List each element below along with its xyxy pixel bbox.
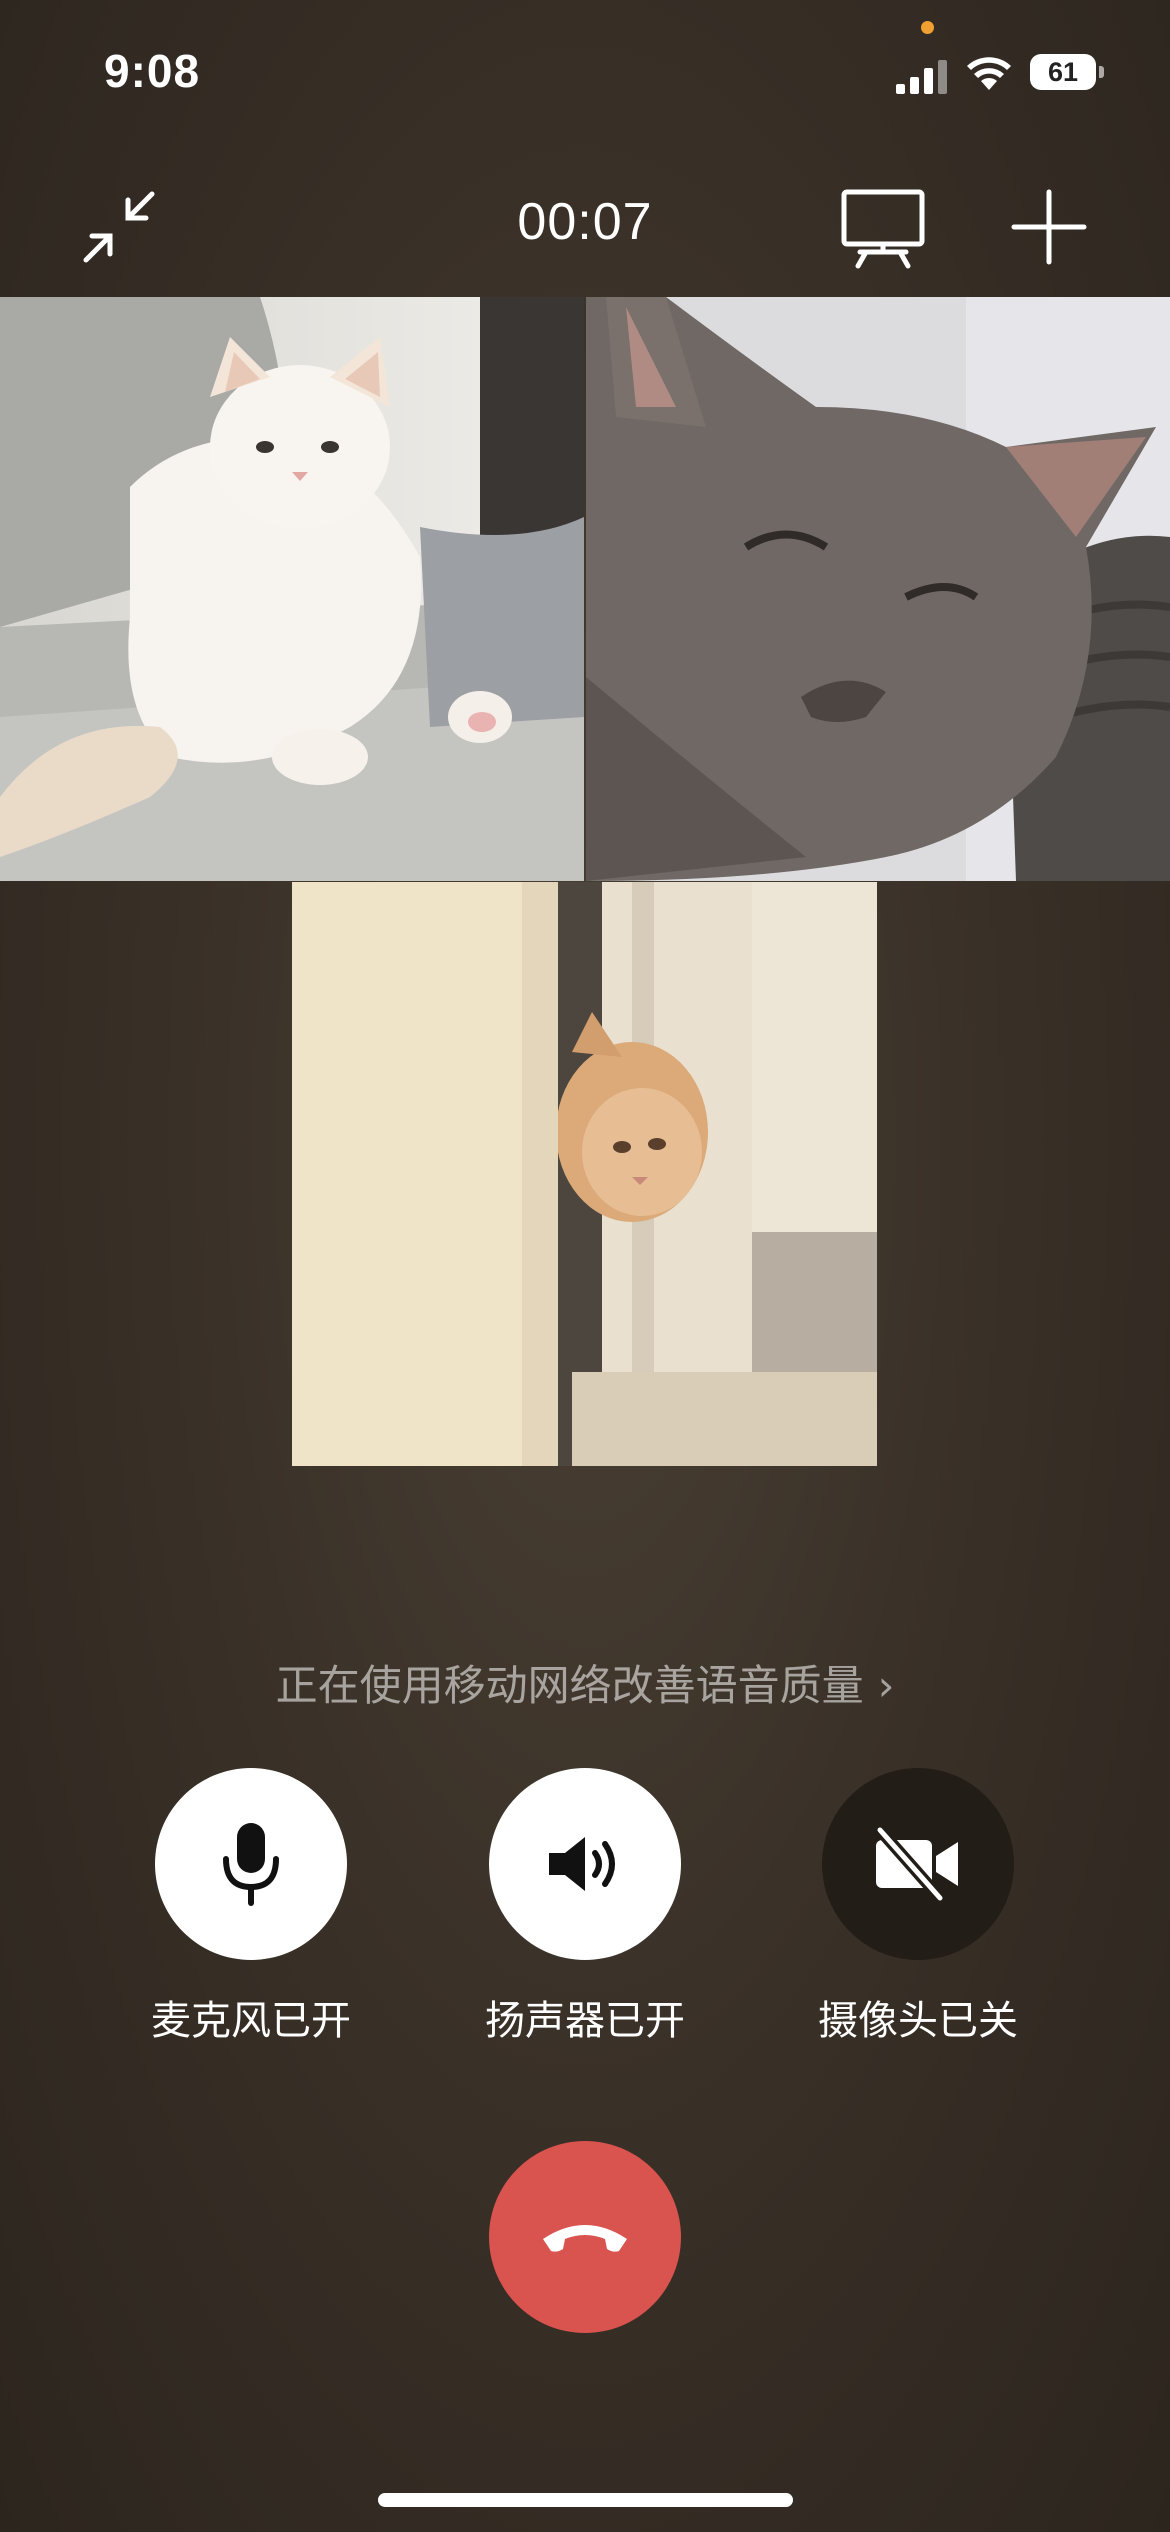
screen-share-icon[interactable] xyxy=(838,186,928,270)
camera-toggle-button[interactable] xyxy=(822,1768,1014,1960)
participant-video-2[interactable] xyxy=(586,297,1170,881)
hang-up-icon xyxy=(543,2225,627,2252)
status-time: 9:08 xyxy=(104,45,201,97)
mic-control[interactable]: 麦克风已开 xyxy=(121,1768,381,2046)
hang-up-button[interactable] xyxy=(489,2141,681,2333)
battery-nub xyxy=(1099,66,1104,78)
network-notice-text: 正在使用移动网络改善语音质量 xyxy=(275,1661,864,1710)
call-timer: 00:07 xyxy=(517,193,653,251)
mic-label: 麦克风已开 xyxy=(151,1998,351,2044)
wifi-icon xyxy=(967,57,1011,90)
call-top-bar: 00:07 xyxy=(0,170,1170,280)
camera-off-icon xyxy=(874,1826,958,1902)
speaker-control[interactable]: 扬声器已开 xyxy=(455,1768,715,2046)
speaker-icon xyxy=(549,1837,615,1891)
battery-indicator: 61 xyxy=(1030,54,1096,90)
chevron-right-icon: › xyxy=(877,1661,895,1710)
network-notice[interactable]: 正在使用移动网络改善语音质量 › xyxy=(0,1652,1170,1713)
cellular-signal-icon xyxy=(896,60,947,94)
mic-toggle-button[interactable] xyxy=(155,1768,347,1960)
participant-video-1[interactable] xyxy=(0,297,584,881)
home-indicator[interactable] xyxy=(378,2493,793,2507)
privacy-indicator xyxy=(921,21,934,34)
camera-control[interactable]: 摄像头已关 xyxy=(788,1768,1048,2046)
battery-level: 61 xyxy=(1047,57,1079,87)
speaker-toggle-button[interactable] xyxy=(489,1768,681,1960)
add-participant-icon[interactable] xyxy=(1010,188,1088,266)
microphone-icon xyxy=(223,1823,279,1906)
camera-label: 摄像头已关 xyxy=(818,1998,1018,2044)
speaker-label: 扬声器已开 xyxy=(485,1998,685,2044)
participant-video-3[interactable] xyxy=(292,882,877,1466)
